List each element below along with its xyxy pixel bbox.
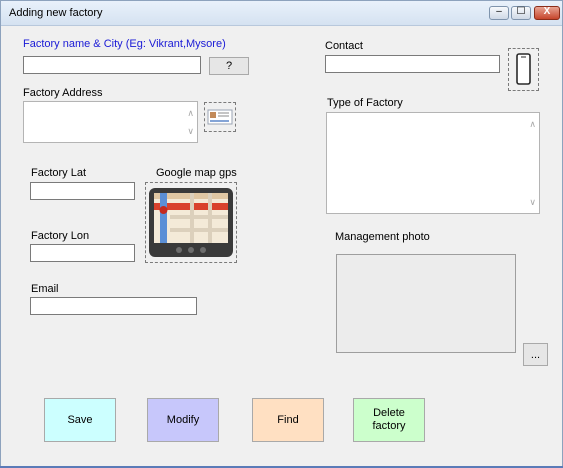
- address-textarea[interactable]: ∧ ∨: [23, 101, 198, 143]
- add-factory-window: Adding new factory ‒ ☐ X Factory name & …: [0, 0, 563, 468]
- scroll-down-icon[interactable]: ∨: [187, 126, 194, 137]
- maximize-button[interactable]: ☐: [511, 6, 531, 20]
- type-of-factory-textarea[interactable]: ∧ ∨: [326, 112, 540, 214]
- factory-name-label: Factory name & City (Eg: Vikrant,Mysore): [23, 38, 226, 50]
- google-map-button[interactable]: [145, 182, 237, 263]
- browse-photo-button[interactable]: ...: [523, 343, 548, 366]
- close-icon: X: [543, 6, 551, 17]
- lon-label: Factory Lon: [31, 230, 90, 242]
- factory-name-input[interactable]: [23, 56, 201, 74]
- maximize-icon: ☐: [516, 6, 526, 17]
- management-photo-box: [336, 254, 516, 353]
- lat-label: Factory Lat: [31, 167, 87, 179]
- help-button[interactable]: ?: [209, 57, 249, 75]
- email-input[interactable]: [30, 297, 197, 315]
- find-button[interactable]: Find: [252, 398, 324, 442]
- lat-input[interactable]: [30, 182, 135, 200]
- lon-input[interactable]: [30, 244, 135, 262]
- scroll-up-icon[interactable]: ∧: [187, 108, 194, 119]
- save-button[interactable]: Save: [44, 398, 116, 442]
- scroll-up-icon[interactable]: ∧: [529, 119, 536, 130]
- gps-label: Google map gps: [156, 167, 237, 179]
- title-bar: Adding new factory ‒ ☐ X: [1, 1, 562, 26]
- management-photo-label: Management photo: [335, 231, 430, 243]
- minimize-button[interactable]: ‒: [489, 6, 509, 20]
- phone-picture[interactable]: [508, 48, 539, 91]
- map-gps-icon: [149, 188, 233, 257]
- email-label: Email: [31, 283, 59, 295]
- contact-input[interactable]: [325, 55, 500, 73]
- delete-factory-button[interactable]: Delete factory: [353, 398, 425, 442]
- contact-label: Contact: [325, 40, 363, 52]
- phone-icon: [516, 53, 531, 85]
- address-label: Factory Address: [23, 87, 103, 99]
- close-button[interactable]: X: [534, 6, 560, 20]
- type-of-factory-label: Type of Factory: [327, 97, 403, 109]
- address-card-icon: [207, 109, 233, 125]
- minimize-icon: ‒: [496, 6, 502, 17]
- window-title: Adding new factory: [9, 7, 103, 19]
- scroll-down-icon[interactable]: ∨: [529, 197, 536, 208]
- address-card-button[interactable]: [204, 102, 236, 132]
- modify-button[interactable]: Modify: [147, 398, 219, 442]
